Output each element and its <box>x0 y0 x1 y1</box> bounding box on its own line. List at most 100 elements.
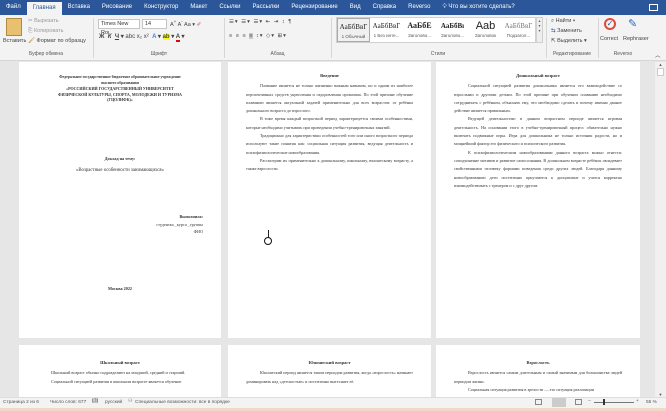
topic-label: Доклад на тему: <box>104 155 136 161</box>
format-painter-button[interactable]: 🖌︎ Формат по образцу <box>28 38 86 44</box>
heading: Школьный возраст <box>100 360 140 365</box>
tab-review[interactable]: Рецензирование <box>285 0 343 15</box>
tab-reverso[interactable]: Reverso <box>402 0 436 15</box>
heading: Дошкольный возраст <box>515 73 560 78</box>
accessibility-status[interactable]: Специальные возможности: все в порядке <box>135 400 230 405</box>
page-5-youth: Юношеский возраст Юношеский период являе… <box>228 345 431 397</box>
title-uni-3: (ГЦОЛИФК)» <box>107 97 133 102</box>
paragraph: К психофизиологическим новообразованиям … <box>454 149 622 188</box>
zoom-out-button[interactable]: − <box>588 399 591 404</box>
zoom-slider[interactable] <box>594 402 634 403</box>
collapse-ribbon-button[interactable]: ︿ <box>655 51 661 59</box>
tab-view[interactable]: Вид <box>344 0 367 15</box>
paste-icon <box>6 18 22 36</box>
page-4-school: Школьный возраст Школьный возраст обычно… <box>19 345 221 397</box>
paragraph: Рассмотрим их применительно к дошкольном… <box>246 157 413 172</box>
paragraph: Ведущей деятельностью в данном возрастно… <box>454 116 622 147</box>
style-heading1[interactable]: АаБбЕ Заголово... <box>403 18 436 42</box>
tell-me-search[interactable]: 💡︎ Что вы хотите сделать? <box>437 0 521 15</box>
rephraser-button[interactable]: Rephraser <box>623 36 649 42</box>
replace-button[interactable]: ⇆ Заменить <box>551 28 582 34</box>
print-layout-button[interactable] <box>552 398 566 407</box>
accessibility-icon: ⚇ <box>128 399 133 404</box>
group-label-styles: Стили <box>430 51 446 57</box>
correct-icon: ✓ <box>604 18 616 30</box>
comments-icon[interactable] <box>649 4 658 11</box>
list-buttons[interactable]: ☰▾ ☰▾ ☰▾ ⇤ ⇥ ↕ ¶ <box>229 19 292 25</box>
language[interactable]: русский <box>105 400 122 405</box>
page-1-title: Федеральное государственное бюджетное об… <box>19 62 221 338</box>
copy-button[interactable]: ⎘ Копировать <box>28 28 64 35</box>
tab-mailings[interactable]: Рассылки <box>246 0 285 15</box>
style-heading2[interactable]: АаБбВı Заголово... <box>436 18 469 42</box>
font-size-select[interactable]: 14 <box>142 19 167 29</box>
align-buttons[interactable]: ≡ ≡ ≡ ≡ ↕▾ ◇▾ ⊞▾ <box>229 33 287 39</box>
font-format-buttons[interactable]: Ж К Ч ▾ abc x₂ x² A ▾ ab ▾ A ▾ <box>99 33 185 42</box>
tab-file[interactable]: Файл <box>0 0 27 15</box>
zoom-in-button[interactable]: + <box>636 399 639 404</box>
paste-button[interactable]: Вставить <box>3 38 26 44</box>
paragraph: В тоже время каждый возрастной период ха… <box>246 116 413 130</box>
group-label-font: Шрифт <box>150 51 168 57</box>
scrollbar-thumb[interactable] <box>657 68 664 76</box>
paragraph: Юношеский период является таким периодом… <box>246 370 413 384</box>
page-6-adulthood: Взрослость Взрослость является самым дли… <box>436 345 640 397</box>
underline-button: Ч <box>114 34 120 40</box>
zoom-slider-thumb[interactable] <box>603 399 605 405</box>
fio-line: ФИО <box>193 229 203 235</box>
select-button[interactable]: ⇱ Выделить ▾ <box>551 38 587 44</box>
ribbon-tabs: Файл Главная Вставка Рисование Конструкт… <box>0 0 666 15</box>
group-label-reverso: Reverso <box>613 51 633 57</box>
paragraph: Взрослость является самым длительным и с… <box>454 370 622 384</box>
paragraph: Социальная ситуация развития в зрелости … <box>468 386 594 392</box>
paragraph: Социальной ситуацией развития дошкольник… <box>454 83 622 114</box>
tab-draw[interactable]: Рисование <box>96 0 138 15</box>
heading: Введение <box>320 73 339 78</box>
ribbon: Вставить ✂ Вырезать ⎘ Копировать 🖌︎ Форм… <box>0 15 666 61</box>
brush-icon: 🖌︎ <box>28 38 37 44</box>
tab-layout[interactable]: Макет <box>184 0 213 15</box>
style-title[interactable]: Aab Заголовок <box>469 18 502 42</box>
font-name-select[interactable]: Times New Roı <box>98 19 140 36</box>
styles-scroll[interactable]: ▴ ▾ ▾ <box>536 17 543 43</box>
tab-design[interactable]: Конструктор <box>138 0 184 15</box>
read-mode-icon[interactable] <box>535 399 542 405</box>
bold-button: Ж <box>99 34 105 40</box>
tab-insert[interactable]: Вставка <box>62 0 96 15</box>
cut-button[interactable]: ✂ Вырезать <box>28 18 59 24</box>
click-indicator-icon <box>264 237 272 245</box>
web-layout-icon[interactable] <box>575 399 582 405</box>
report-title: «Возрастные особенности занимающихся» <box>75 167 165 173</box>
paragraph: Социальной ситуацией развития в школьном… <box>51 378 182 384</box>
zoom-level[interactable]: 55 % <box>646 400 657 405</box>
italic-button: К <box>107 34 112 40</box>
word-count[interactable]: Число слов: 677 <box>50 400 86 405</box>
find-button[interactable]: ⌕ Найти ▾ <box>551 18 575 25</box>
paragraph: Школьный возраст обычно подразделяют на … <box>51 370 186 376</box>
styles-gallery: АаБбВвГ 1 Обычный АаБбВвГ 1 Без инте... Аа… <box>336 17 536 43</box>
status-bar: Страница 2 из 6 Число слов: 677 📖︎ русск… <box>0 397 666 408</box>
page-count[interactable]: Страница 2 из 6 <box>3 400 39 405</box>
group-label-clipboard: Буфер обмена <box>29 51 63 57</box>
page-3-preschool: Дошкольный возраст Социальной ситуацией … <box>436 62 640 338</box>
paragraph: Традиционно для характеристики особеннос… <box>246 133 413 155</box>
style-normal[interactable]: АаБбВвГ 1 Обычный <box>337 18 370 42</box>
done-by-label: Выполнила: <box>179 214 203 220</box>
group-label-paragraph: Абзац <box>270 51 285 57</box>
clear-format-icon: ✐ <box>196 21 202 28</box>
group-label-editing: Редактирование <box>552 51 592 57</box>
paragraph: Плавание является не только жизненно важ… <box>246 83 413 114</box>
correct-button[interactable]: Correct <box>600 36 618 42</box>
tab-help[interactable]: Справка <box>367 0 403 15</box>
tab-references[interactable]: Ссылки <box>213 0 246 15</box>
style-subtitle[interactable]: АаБбВвГ Подзагол... <box>502 18 535 42</box>
proofing-icon[interactable]: 📖︎ <box>92 399 98 404</box>
page-2-intro: Введение Плавание является не только жиз… <box>228 62 431 338</box>
heading: Взрослость <box>526 360 550 365</box>
tab-home[interactable]: Главная <box>26 2 62 15</box>
vertical-scrollbar[interactable]: ▲ ▼ <box>655 62 666 397</box>
font-size-buttons[interactable]: A+ A- Aa ▾ ✐ <box>170 19 201 28</box>
city-year: Москва 2022 <box>107 286 133 292</box>
tell-me-text: Что вы хотите сделать? <box>448 4 515 10</box>
style-no-spacing[interactable]: АаБбВвГ 1 Без инте... <box>370 18 403 42</box>
